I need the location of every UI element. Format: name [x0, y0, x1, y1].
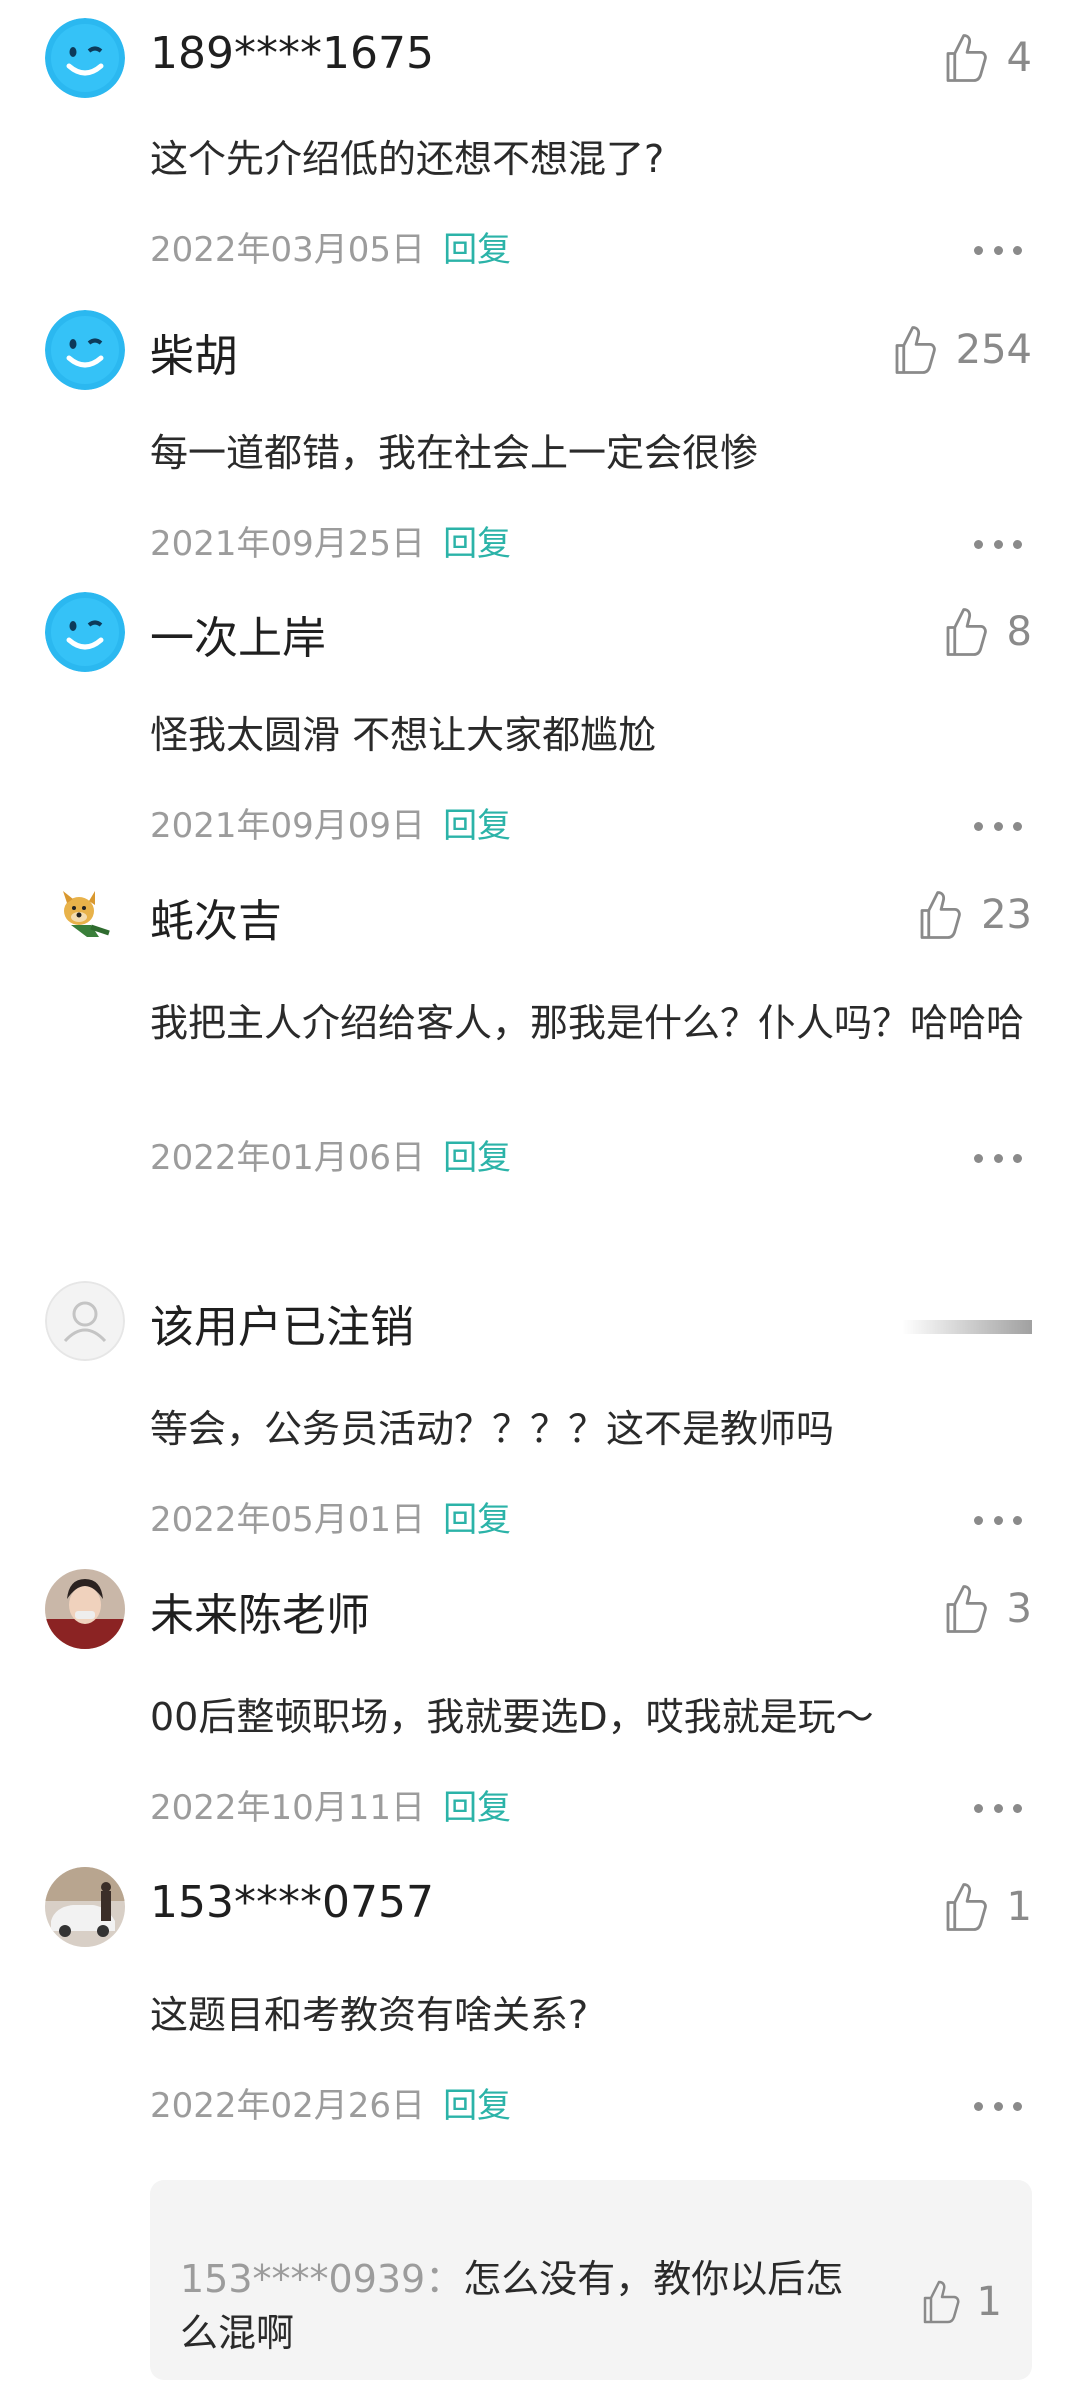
like-count: 254	[955, 327, 1032, 373]
comment-meta: 2022年10月11日 回复	[150, 1780, 511, 1829]
username[interactable]: 153****0757	[150, 1877, 434, 1928]
username[interactable]: 柴胡	[150, 320, 238, 384]
comment-date: 2021年09月09日	[150, 806, 426, 846]
user-avatar[interactable]	[45, 1867, 125, 1947]
smiley-avatar-icon	[45, 18, 125, 98]
comment-text: 等会，公务员活动？？？？这不是教师吗	[150, 1407, 835, 1451]
comment-meta: 2022年03月05日 回复	[150, 222, 511, 271]
more-options-icon[interactable]	[974, 819, 1022, 833]
user-avatar[interactable]	[45, 1281, 125, 1361]
reply-button[interactable]: 回复	[443, 798, 511, 847]
comment-text: 这题目和考教资有啥关系?	[150, 1993, 589, 2037]
more-options-icon[interactable]	[974, 243, 1022, 257]
more-options-icon[interactable]	[974, 1801, 1022, 1815]
comment-date: 2021年09月25日	[150, 524, 426, 564]
comment-date: 2022年10月11日	[150, 1788, 426, 1828]
thumbs-up-icon	[946, 34, 987, 82]
smiley-avatar-icon	[45, 310, 125, 390]
thumbs-up-icon	[920, 891, 961, 939]
thumbs-up-icon	[923, 2280, 960, 2324]
username[interactable]: 蚝次吉	[150, 885, 282, 949]
username[interactable]: 189****1675	[150, 28, 434, 79]
more-options-icon[interactable]	[974, 1151, 1022, 1165]
user-avatar[interactable]	[45, 18, 125, 98]
thumbs-up-icon	[946, 1883, 987, 1931]
user-avatar[interactable]	[45, 310, 125, 390]
smiley-avatar-icon	[45, 592, 125, 672]
comment-meta: 2021年09月25日 回复	[150, 516, 511, 565]
comment-meta: 2022年02月26日 回复	[150, 2078, 511, 2127]
like-count: 3	[1006, 1586, 1032, 1632]
default-person-avatar-icon	[45, 1281, 125, 1361]
sub-reply-like-button[interactable]: 1	[917, 2278, 1002, 2326]
sub-reply-username[interactable]: 153****0939：	[180, 2257, 463, 2301]
reply-button[interactable]: 回复	[443, 1492, 511, 1541]
sub-reply-content: 153****0939：怎么没有，教你以后怎么混啊	[180, 2252, 880, 2360]
sub-reply-box[interactable]: 153****0939：怎么没有，教你以后怎么混啊 1	[150, 2180, 1032, 2380]
comment-text: 这个先介绍低的还想不想混了?	[150, 137, 665, 181]
username[interactable]: 该用户已注销	[150, 1291, 414, 1355]
like-count: 4	[1006, 35, 1032, 81]
thumbs-up-icon	[946, 608, 987, 656]
thumbs-up-icon	[895, 326, 936, 374]
comment-meta: 2022年05月01日 回复	[150, 1492, 511, 1541]
reply-button[interactable]: 回复	[443, 516, 511, 565]
comment-date: 2022年02月26日	[150, 2086, 426, 2126]
more-options-icon[interactable]	[974, 537, 1022, 551]
car-photo-avatar-icon	[45, 1867, 125, 1947]
reply-button[interactable]: 回复	[443, 1780, 511, 1829]
like-button[interactable]: 254	[888, 320, 1032, 380]
comment-text: 每一道都错，我在社会上一定会很惨	[150, 431, 759, 475]
comment-date: 2022年01月06日	[150, 1138, 426, 1178]
username[interactable]: 一次上岸	[150, 602, 326, 666]
user-avatar[interactable]	[45, 1569, 125, 1649]
comment-date: 2022年05月01日	[150, 1500, 426, 1540]
like-button[interactable]: 3	[939, 1579, 1032, 1639]
like-button[interactable]: 23	[913, 885, 1032, 945]
comment-meta: 2021年09月09日 回复	[150, 798, 511, 847]
user-avatar[interactable]	[45, 875, 125, 955]
user-avatar[interactable]	[45, 592, 125, 672]
comment-meta: 2022年01月06日 回复	[150, 1130, 511, 1179]
like-count: 1	[976, 2279, 1002, 2325]
comment-text: 怪我太圆滑 不想让大家都尴尬	[150, 713, 657, 757]
photo-avatar-icon	[45, 1569, 125, 1649]
like-count: 1	[1006, 1884, 1032, 1930]
comment-text: 00后整顿职场，我就要选D，哎我就是玩～	[150, 1695, 874, 1739]
reply-button[interactable]: 回复	[443, 222, 511, 271]
comment-text: 我把主人介绍给客人，那我是什么？仆人吗？哈哈哈	[150, 1001, 1025, 1045]
like-count: 8	[1006, 609, 1032, 655]
more-options-icon[interactable]	[974, 1513, 1022, 1527]
thumbs-up-icon	[946, 1585, 987, 1633]
reply-button[interactable]: 回复	[443, 1130, 511, 1179]
doge-avatar-icon	[45, 875, 125, 955]
like-button[interactable]: 1	[939, 1877, 1032, 1937]
comment-date: 2022年03月05日	[150, 230, 426, 270]
like-area-fade	[902, 1320, 1032, 1334]
like-button[interactable]: 4	[939, 28, 1032, 88]
like-count: 23	[981, 892, 1032, 938]
reply-button[interactable]: 回复	[443, 2078, 511, 2127]
more-options-icon[interactable]	[974, 2099, 1022, 2113]
username[interactable]: 未来陈老师	[150, 1579, 370, 1643]
like-button[interactable]: 8	[939, 602, 1032, 662]
